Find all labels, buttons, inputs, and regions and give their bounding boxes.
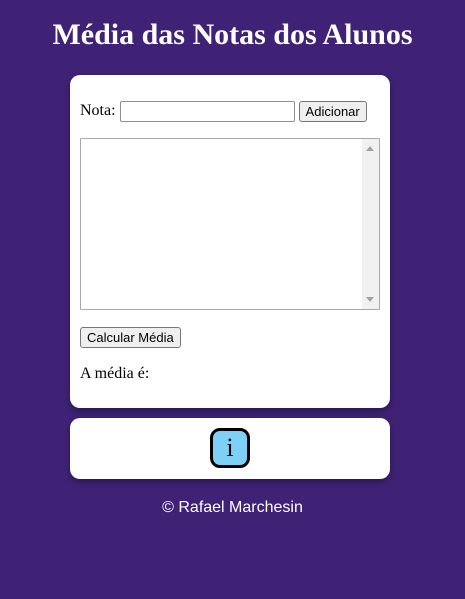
scroll-up-icon[interactable] [366, 146, 374, 151]
scroll-down-icon[interactable] [366, 297, 374, 302]
page-title: Média das Notas dos Alunos [52, 18, 413, 51]
notes-list-textarea[interactable] [80, 138, 380, 310]
notes-card: Nota: Adicionar Calcular Média A média é… [70, 75, 390, 408]
info-card: i [70, 418, 390, 479]
note-label: Nota: [80, 102, 116, 119]
footer-copyright: © Rafael Marchesin [162, 499, 303, 516]
average-result: A média é: [80, 364, 149, 384]
info-icon[interactable]: i [210, 428, 250, 468]
add-button[interactable]: Adicionar [298, 100, 367, 122]
note-entry-row: Nota: Adicionar [80, 100, 367, 122]
note-input[interactable] [119, 100, 295, 122]
average-result-label: A média é: [80, 365, 150, 382]
calculate-average-button[interactable]: Calcular Média [80, 327, 181, 348]
textarea-scrollbar[interactable] [362, 139, 379, 309]
